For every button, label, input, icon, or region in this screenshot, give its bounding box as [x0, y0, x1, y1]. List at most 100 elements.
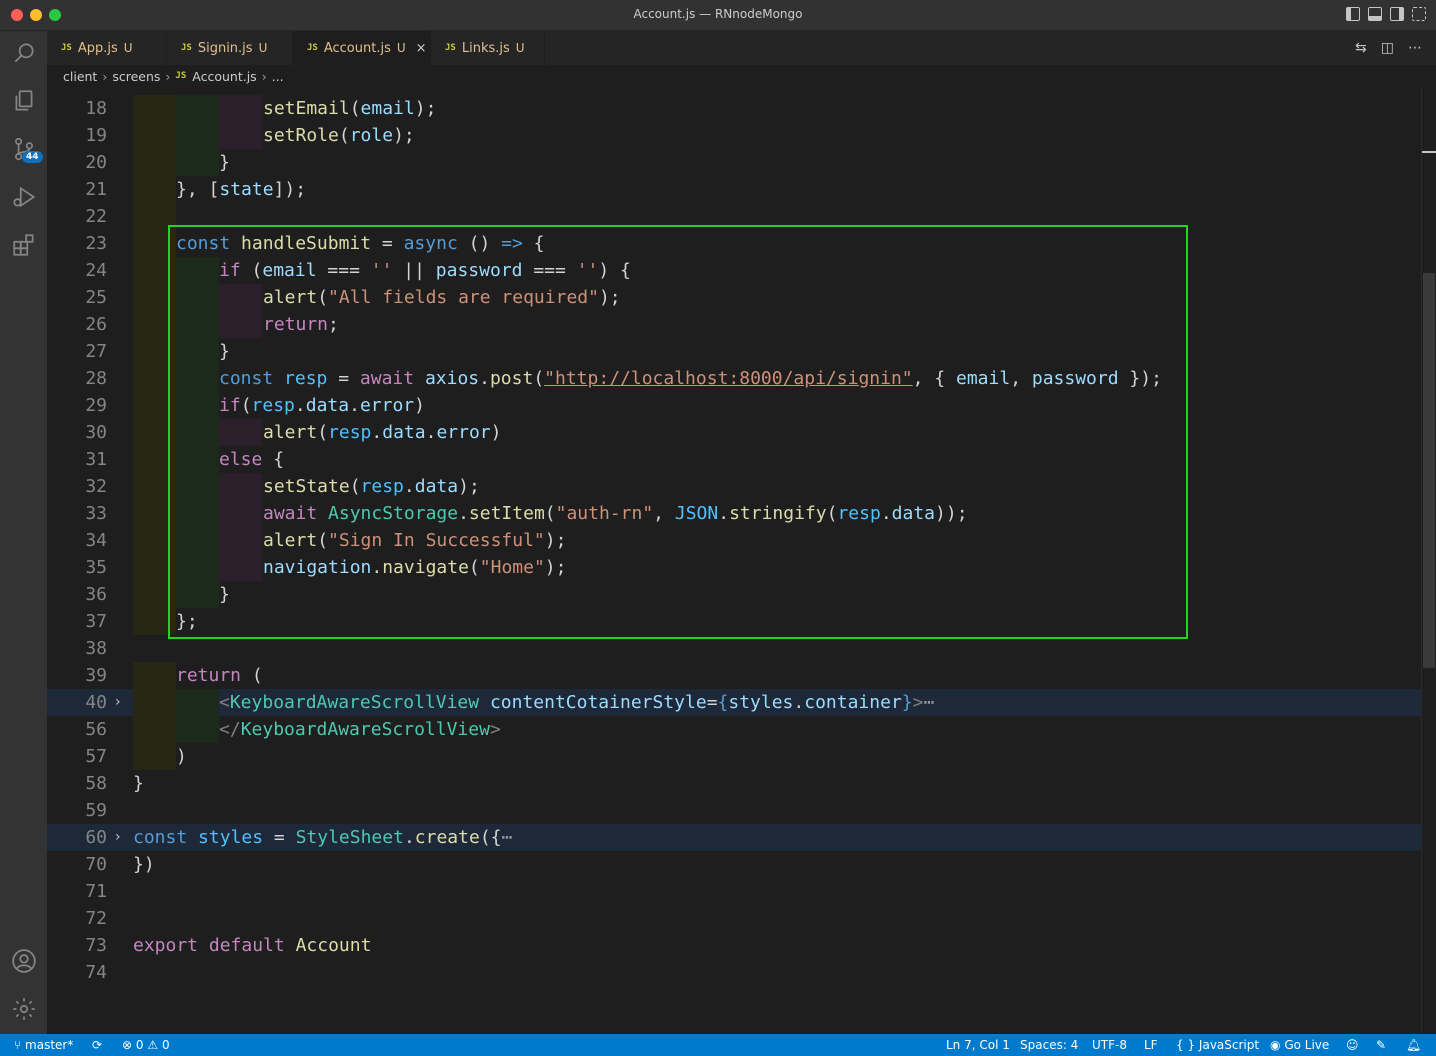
- line-number: 28: [85, 368, 107, 389]
- tab-label: Links.js: [461, 40, 510, 56]
- branch-indicator[interactable]: ⑂ master*: [14, 1034, 73, 1056]
- toggle-primary-sidebar-icon[interactable]: [1346, 7, 1360, 21]
- go-live-label: Go Live: [1284, 1038, 1330, 1052]
- code-line[interactable]: 28 const resp = await axios.post("http:/…: [47, 365, 1436, 392]
- toggle-panel-icon[interactable]: [1368, 7, 1382, 21]
- indentation[interactable]: Spaces: 4: [1020, 1034, 1078, 1056]
- account-icon[interactable]: [0, 941, 47, 981]
- line-number: 73: [85, 935, 107, 956]
- code-line[interactable]: 29 if(resp.data.error): [47, 392, 1436, 419]
- chevron-right-icon[interactable]: ›: [115, 689, 121, 716]
- explorer-icon[interactable]: [0, 81, 47, 121]
- line-number: 20: [85, 152, 107, 173]
- folded-ellipsis-icon[interactable]: ⋯: [923, 692, 934, 713]
- code-line[interactable]: 24 if (email === '' || password === '') …: [47, 257, 1436, 284]
- customize-layout-icon[interactable]: [1412, 7, 1426, 21]
- encoding[interactable]: UTF-8: [1092, 1034, 1127, 1056]
- line-number: 25: [85, 287, 107, 308]
- tab-signin-js[interactable]: JS Signin.js U: [167, 31, 293, 65]
- tab-links-js[interactable]: JS Links.js U: [431, 31, 545, 65]
- code-line[interactable]: 26 return;: [47, 311, 1436, 338]
- end-of-line[interactable]: LF: [1144, 1034, 1158, 1056]
- code-line[interactable]: 23 const handleSubmit = async () => {: [47, 230, 1436, 257]
- sync-icon[interactable]: ⟳: [92, 1034, 102, 1056]
- code-line[interactable]: 32 setState(resp.data);: [47, 473, 1436, 500]
- copilot-icon[interactable]: ☺: [1346, 1034, 1359, 1056]
- code-line[interactable]: 70 }): [47, 851, 1436, 878]
- code-line[interactable]: 36 }: [47, 581, 1436, 608]
- toggle-secondary-sidebar-icon[interactable]: [1390, 7, 1404, 21]
- line-number: 31: [85, 449, 107, 470]
- line-number: 74: [85, 962, 107, 983]
- line-number: 21: [85, 179, 107, 200]
- code-line-folded[interactable]: 60 › const styles = StyleSheet.create({⋯: [47, 824, 1436, 851]
- line-number: 60: [85, 827, 107, 848]
- tab-app-js[interactable]: JS App.js U: [47, 31, 167, 65]
- split-editor-icon[interactable]: ◫: [1381, 40, 1394, 56]
- code-line[interactable]: 73 export default Account: [47, 932, 1436, 959]
- feedback-icon[interactable]: ✎: [1376, 1034, 1386, 1056]
- chevron-right-icon[interactable]: ›: [115, 824, 121, 851]
- code-line[interactable]: 35 navigation.navigate("Home");: [47, 554, 1436, 581]
- problems-indicator[interactable]: ⊗ 0 ⚠ 0: [122, 1034, 170, 1056]
- branch-label: master*: [25, 1038, 74, 1052]
- line-number: 59: [85, 800, 107, 821]
- js-file-icon: JS: [181, 43, 192, 53]
- code-line[interactable]: 34 alert("Sign In Successful");: [47, 527, 1436, 554]
- code-line[interactable]: 57 ): [47, 743, 1436, 770]
- language-label: JavaScript: [1198, 1038, 1260, 1052]
- cursor-position[interactable]: Ln 7, Col 1: [946, 1034, 1010, 1056]
- breadcrumb-screens[interactable]: screens: [112, 69, 160, 84]
- extensions-icon[interactable]: [0, 225, 47, 265]
- source-control-icon[interactable]: 44: [0, 129, 47, 169]
- tab-account-js[interactable]: JS Account.js U ×: [293, 31, 431, 65]
- code-editor[interactable]: 18 setEmail(email); 19 setRole(role); 20…: [47, 87, 1436, 1034]
- code-line[interactable]: 38: [47, 635, 1436, 662]
- untracked-indicator: U: [258, 41, 268, 55]
- code-line[interactable]: 71: [47, 878, 1436, 905]
- close-tab-icon[interactable]: ×: [416, 41, 427, 56]
- go-live-button[interactable]: ◉ Go Live: [1270, 1034, 1329, 1056]
- code-line[interactable]: 37 };: [47, 608, 1436, 635]
- bell-icon[interactable]: 🔔︎: [1406, 1034, 1421, 1056]
- code-line[interactable]: 19 setRole(role);: [47, 122, 1436, 149]
- scroll-cursor-marker: [1422, 151, 1436, 153]
- vertical-scrollbar[interactable]: [1421, 87, 1436, 1034]
- code-line[interactable]: 21 }, [state]);: [47, 176, 1436, 203]
- code-line[interactable]: 72: [47, 905, 1436, 932]
- line-number: 24: [85, 260, 107, 281]
- search-icon[interactable]: [0, 33, 47, 73]
- code-line[interactable]: 18 setEmail(email);: [47, 95, 1436, 122]
- code-line[interactable]: 56 </KeyboardAwareScrollView>: [47, 716, 1436, 743]
- scrollbar-thumb[interactable]: [1423, 273, 1435, 668]
- code-line[interactable]: 30 alert(resp.data.error): [47, 419, 1436, 446]
- run-debug-icon[interactable]: [0, 177, 47, 217]
- settings-gear-icon[interactable]: [0, 989, 47, 1029]
- line-number: 36: [85, 584, 107, 605]
- line-number: 56: [85, 719, 107, 740]
- breadcrumb-symbol[interactable]: ...: [272, 69, 284, 84]
- line-number: 40: [85, 692, 107, 713]
- js-file-icon: JS: [445, 43, 456, 53]
- code-line[interactable]: 59: [47, 797, 1436, 824]
- code-line[interactable]: 31 else {: [47, 446, 1436, 473]
- code-line[interactable]: 58 }: [47, 770, 1436, 797]
- line-number: 33: [85, 503, 107, 524]
- code-line[interactable]: 74: [47, 959, 1436, 986]
- language-mode[interactable]: { } JavaScript: [1176, 1034, 1259, 1056]
- breadcrumb-client[interactable]: client: [63, 69, 97, 84]
- line-number: 34: [85, 530, 107, 551]
- code-line[interactable]: 22: [47, 203, 1436, 230]
- code-line[interactable]: 20 }: [47, 149, 1436, 176]
- code-line[interactable]: 33 await AsyncStorage.setItem("auth-rn",…: [47, 500, 1436, 527]
- code-line[interactable]: 25 alert("All fields are required");: [47, 284, 1436, 311]
- code-line[interactable]: 27 }: [47, 338, 1436, 365]
- more-actions-icon[interactable]: ⋯: [1408, 40, 1422, 56]
- code-line-folded[interactable]: 40 › <KeyboardAwareScrollView contentCot…: [47, 689, 1436, 716]
- breadcrumb-account-js[interactable]: Account.js: [192, 69, 256, 84]
- line-number: 18: [85, 98, 107, 119]
- folded-ellipsis-icon[interactable]: ⋯: [502, 827, 513, 848]
- code-line[interactable]: 39 return (: [47, 662, 1436, 689]
- line-number: 30: [85, 422, 107, 443]
- open-changes-icon[interactable]: ⇆: [1355, 40, 1367, 56]
